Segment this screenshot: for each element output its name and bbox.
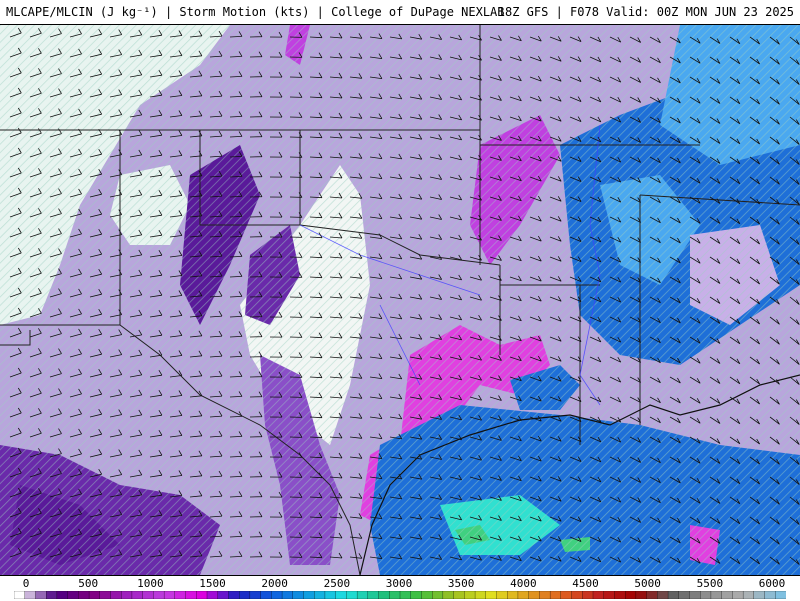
colorbar-segment: [281, 591, 294, 599]
colorbar-segment: [110, 591, 122, 599]
colorbar-segment: [163, 591, 176, 599]
colorbar-tick-label: 2500: [323, 577, 351, 590]
colorbar-segment: [614, 591, 626, 599]
colorbar-segment: [217, 591, 230, 599]
colorbar-segment: [549, 591, 562, 599]
colorbar-gradient: [14, 591, 786, 599]
colorbar-segment: [174, 591, 187, 599]
colorbar-segment: [753, 591, 766, 599]
colorbar-segment: [314, 591, 326, 599]
product-title: MLCAPE/MLCIN (J kg⁻¹) | Storm Motion (kt…: [6, 5, 505, 19]
colorbar-segment: [324, 591, 337, 599]
colorbar-segment: [56, 591, 69, 599]
map-header: MLCAPE/MLCIN (J kg⁻¹) | Storm Motion (kt…: [0, 0, 800, 25]
weather-map: [0, 25, 800, 575]
colorbar-segment: [185, 591, 197, 599]
colorbar-segment: [742, 591, 755, 599]
colorbar-segment: [249, 591, 262, 599]
model-valid-time: 18Z GFS | F078 Valid: 00Z MON JUN 23 202…: [497, 5, 794, 19]
colorbar-segment: [35, 591, 47, 599]
colorbar-segment: [46, 591, 58, 599]
colorbar-segment: [635, 591, 648, 599]
colorbar-segment: [507, 591, 519, 599]
cape-colorbar: 0 500 1000 1500 2000 2500 3000 3500 4000 4500 5000…: [0, 575, 800, 601]
colorbar-segment: [88, 591, 101, 599]
colorbar-segment: [474, 591, 487, 599]
colorbar-segment: [496, 591, 508, 599]
colorbar-segment: [356, 591, 369, 599]
colorbar-segment: [99, 591, 112, 599]
colorbar-segment: [571, 591, 583, 599]
colorbar-segment: [14, 591, 26, 599]
colorbar-segment: [517, 591, 530, 599]
colorbar-segment: [239, 591, 251, 599]
colorbar-segment: [24, 591, 37, 599]
colorbar-segment: [303, 591, 315, 599]
colorbar-tick-label: 5000: [634, 577, 661, 590]
colorbar-segment: [453, 591, 465, 599]
colorbar-segment: [432, 591, 444, 599]
colorbar-labels: 0 500 1000 1500 2000 2500 3000 3500 4000 4500 5000…: [0, 577, 800, 590]
colorbar-segment: [528, 591, 541, 599]
colorbar-tick-label: 0: [22, 577, 30, 590]
colorbar-segment: [131, 591, 144, 599]
colorbar-segment: [196, 591, 208, 599]
colorbar-segment: [485, 591, 498, 599]
colorbar-segment: [582, 591, 594, 599]
colorbar-segment: [271, 591, 283, 599]
colorbar-segment: [121, 591, 133, 599]
colorbar-segment: [421, 591, 433, 599]
colorbar-segment: [78, 591, 90, 599]
colorbar-tick-label: 6000: [758, 577, 786, 590]
colorbar-segment: [732, 591, 744, 599]
colorbar-segment: [399, 591, 412, 599]
colorbar-tick-label: 1000: [137, 577, 164, 590]
colorbar-segment: [700, 591, 712, 599]
colorbar-segment: [657, 591, 669, 599]
colorbar-segment: [560, 591, 573, 599]
colorbar-tick-label: 5500: [696, 577, 724, 590]
colorbar-segment: [67, 591, 79, 599]
colorbar-segment: [410, 591, 423, 599]
colorbar-segment: [206, 591, 219, 599]
colorbar-segment: [721, 591, 734, 599]
colorbar-segment: [335, 591, 348, 599]
colorbar-segment: [625, 591, 637, 599]
colorbar-segment: [228, 591, 240, 599]
colorbar-tick-label: 3500: [447, 577, 475, 590]
colorbar-segment: [689, 591, 701, 599]
colorbar-segment: [678, 591, 691, 599]
colorbar-segment: [592, 591, 605, 599]
colorbar-segment: [764, 591, 776, 599]
colorbar-tick-label: 2000: [261, 577, 288, 590]
colorbar-segment: [667, 591, 680, 599]
colorbar-segment: [442, 591, 455, 599]
colorbar-segment: [292, 591, 305, 599]
colorbar-segment: [710, 591, 723, 599]
colorbar-segment: [646, 591, 658, 599]
colorbar-tick-label: 4500: [572, 577, 599, 590]
colorbar-tick-label: 1500: [199, 577, 226, 590]
colorbar-segment: [539, 591, 551, 599]
colorbar-segment: [153, 591, 165, 599]
colorbar-segment: [775, 591, 786, 599]
colorbar-segment: [389, 591, 401, 599]
colorbar-tick-label: 3000: [385, 577, 413, 590]
colorbar-tick-label: 500: [78, 577, 99, 590]
colorbar-segment: [464, 591, 476, 599]
colorbar-segment: [260, 591, 272, 599]
colorbar-segment: [367, 591, 380, 599]
colorbar-tick-label: 4000: [510, 577, 537, 590]
colorbar-segment: [142, 591, 155, 599]
cape-map-svg: [0, 25, 800, 575]
colorbar-segment: [378, 591, 390, 599]
colorbar-segment: [603, 591, 616, 599]
colorbar-segment: [346, 591, 358, 599]
